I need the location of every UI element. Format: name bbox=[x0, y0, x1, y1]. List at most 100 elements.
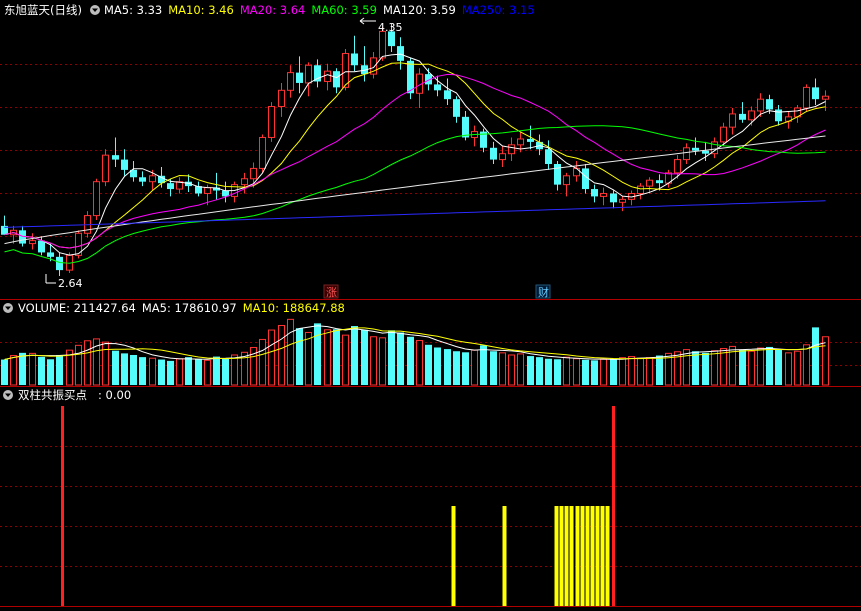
volume-bar-up bbox=[637, 357, 644, 386]
volume-bar-up bbox=[563, 356, 570, 386]
volume-bar-down bbox=[397, 332, 404, 385]
indicator-name: 双柱共振买点 bbox=[18, 388, 87, 402]
marker-cai[interactable]: 财 bbox=[535, 284, 551, 299]
volume-bar-down bbox=[47, 359, 54, 385]
candle-body-up bbox=[757, 98, 764, 112]
volume-bar-up bbox=[268, 329, 275, 386]
volume-bar-up bbox=[471, 349, 478, 386]
volume-bar-down bbox=[213, 356, 220, 385]
volume-bar-down bbox=[582, 359, 589, 385]
volume-bar-up bbox=[305, 331, 312, 386]
volume-bar-up bbox=[75, 344, 82, 386]
candle-body-up bbox=[29, 240, 36, 245]
candle-body-up bbox=[204, 187, 211, 194]
candle-body-down bbox=[444, 90, 451, 100]
volume-bar-up bbox=[102, 341, 109, 386]
volume-bar-up bbox=[416, 340, 423, 386]
volume-bar-down bbox=[167, 360, 174, 385]
volume-bar-down bbox=[185, 357, 192, 385]
yellow-signal-bar bbox=[590, 506, 595, 606]
candle-body-down bbox=[434, 84, 441, 91]
volume-bar-down bbox=[112, 350, 119, 385]
volume-bar-down bbox=[139, 357, 146, 385]
volume-bar-up bbox=[342, 334, 349, 386]
volume-bar-up bbox=[324, 329, 331, 386]
candle-body-up bbox=[600, 192, 607, 197]
volume-bar-up bbox=[628, 356, 635, 386]
yellow-signal-bar bbox=[600, 506, 605, 606]
ma-legend-ma20: MA20: 3.64 bbox=[240, 3, 306, 17]
chart-canvas[interactable]: 东旭蓝天(日线) MA5: 3.33 MA10: 3.46 MA20: 3.64 MA… bbox=[0, 0, 861, 611]
candle-body-down bbox=[296, 72, 303, 83]
volume-bar-down bbox=[388, 330, 395, 385]
volume-bar-up bbox=[149, 357, 156, 386]
volume-bar-down bbox=[591, 360, 598, 385]
candle-body-up bbox=[324, 70, 331, 82]
volume-bar-down bbox=[130, 354, 137, 385]
collapse-toggle-icon[interactable] bbox=[90, 5, 100, 15]
indicator-value: : 0.00 bbox=[98, 388, 131, 402]
volume-bar-down bbox=[296, 328, 303, 385]
volume-legend-vol_ma10: MA10: 188647.88 bbox=[243, 301, 345, 315]
volume-bar-up bbox=[499, 352, 506, 386]
volume-bar-down bbox=[361, 329, 368, 385]
volume-bar-down bbox=[490, 351, 497, 385]
yellow-signal-bar bbox=[569, 506, 574, 606]
high-price-label: 4.35 bbox=[378, 21, 403, 34]
volume-bar-up bbox=[720, 348, 727, 386]
volume-header: VOLUME: 211427.64 MA5: 178610.97 MA10: 188… bbox=[3, 301, 345, 315]
candle-body-up bbox=[563, 175, 570, 186]
volume-bar-down bbox=[812, 327, 819, 385]
candle-body-up bbox=[508, 144, 515, 155]
volume-bar-up bbox=[748, 350, 755, 386]
candle-body-down bbox=[591, 189, 598, 197]
yellow-signal-bar bbox=[564, 506, 569, 606]
candle bbox=[102, 149, 109, 187]
ma-legend-ma5: MA5: 3.33 bbox=[104, 3, 162, 17]
candle-body-up bbox=[646, 179, 653, 187]
candle-body-up bbox=[305, 64, 312, 84]
volume-bar-up bbox=[176, 358, 183, 386]
candle-body-down bbox=[47, 252, 54, 257]
volume-bar-down bbox=[453, 351, 460, 385]
candle-body-up bbox=[342, 52, 349, 88]
candle-body-down bbox=[167, 183, 174, 190]
volume-bar-up bbox=[794, 350, 801, 386]
candle bbox=[268, 102, 275, 142]
volume-collapse-icon[interactable] bbox=[3, 303, 13, 313]
candle-body-up bbox=[517, 138, 524, 146]
volume-bar-up bbox=[204, 359, 211, 386]
volume-bar-down bbox=[314, 323, 321, 385]
indicator-collapse-icon[interactable] bbox=[3, 390, 13, 400]
candle-body-up bbox=[748, 110, 755, 121]
candle-body-down bbox=[397, 46, 404, 61]
volume-bar-down bbox=[444, 349, 451, 385]
volume-bar-down bbox=[38, 356, 45, 385]
candle-body-up bbox=[637, 185, 644, 194]
volume-bar-down bbox=[610, 358, 617, 385]
candle-body-down bbox=[462, 116, 469, 138]
volume-bar-down bbox=[739, 349, 746, 385]
low-price-label: 2.64 bbox=[58, 277, 83, 290]
volume-bar-up bbox=[517, 353, 524, 386]
marker-zhang[interactable]: 涨 bbox=[323, 284, 339, 299]
indicator-header: 双柱共振买点 : 0.00 bbox=[3, 388, 131, 402]
volume-bar-up bbox=[646, 357, 653, 386]
volume-bar-up bbox=[508, 354, 515, 386]
volume-bar-down bbox=[462, 352, 469, 385]
candle-body-up bbox=[287, 72, 294, 91]
ma-legend-ma120: MA120: 3.59 bbox=[383, 3, 456, 17]
volume-bar-down bbox=[545, 358, 552, 385]
volume-bar-up bbox=[785, 352, 792, 386]
candle-body-up bbox=[573, 167, 580, 177]
candle-body-down bbox=[121, 159, 128, 170]
volume-bar-down bbox=[775, 349, 782, 385]
volume-bar-down bbox=[333, 329, 340, 385]
volume-bar-up bbox=[10, 355, 17, 386]
marker-cai-label: 财 bbox=[538, 285, 549, 299]
yellow-signal-bar bbox=[575, 506, 580, 606]
marker-zhang-label: 涨 bbox=[326, 286, 337, 299]
ma-legend-ma60: MA60: 3.59 bbox=[311, 3, 377, 17]
candle-body-down bbox=[692, 147, 699, 151]
candle-body-down bbox=[766, 99, 773, 110]
